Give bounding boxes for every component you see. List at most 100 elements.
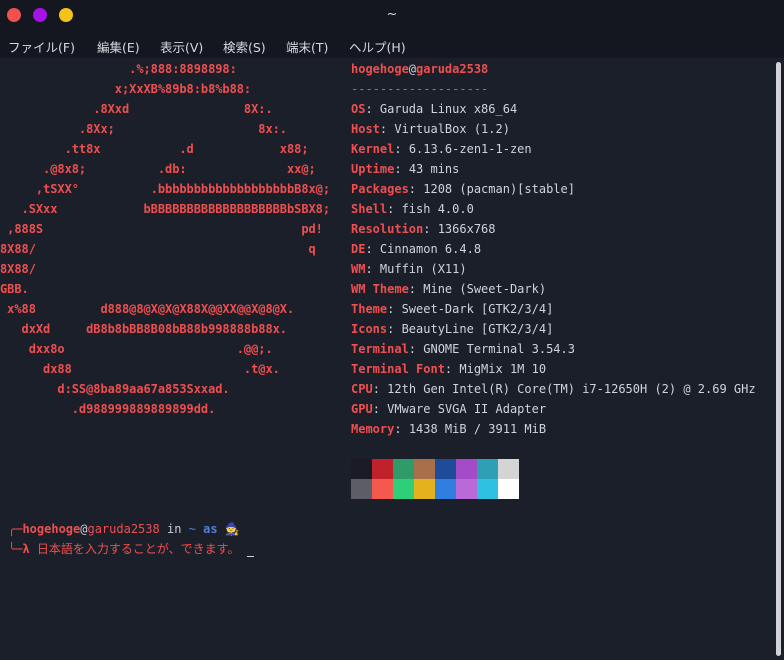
color-swatch	[351, 479, 372, 499]
prompt-input-line[interactable]: ╰─λ 日本語を入力することが、できます。	[8, 539, 254, 559]
info-row: Shell: fish 4.0.0	[351, 202, 474, 216]
info-key: Terminal	[351, 342, 409, 356]
color-swatch	[351, 459, 372, 479]
info-key: WM	[351, 262, 366, 276]
logo-line: dxXd dB8b8bBB8B08bB88b998888b88x.	[0, 322, 288, 336]
logo-line: .8Xx; 8x:.	[0, 122, 287, 136]
info-value: 1366x768	[437, 222, 496, 236]
prompt-dir: ~	[188, 522, 196, 536]
prompt-info-line: ╭─hogehoge@garuda2538 in ~ as 🧙	[8, 522, 240, 536]
logo-line: dx88 .t@x.	[0, 362, 280, 376]
info-value: Muffin (X11)	[379, 262, 467, 276]
info-key: Uptime	[351, 162, 395, 176]
info-key: Kernel	[351, 142, 395, 156]
scrollbar-thumb[interactable]	[776, 62, 781, 656]
info-value: VMware SVGA II Adapter	[387, 402, 547, 416]
logo-line: .8Xxd 8X:.	[0, 102, 273, 116]
info-separator: -------------------	[351, 82, 489, 96]
prompt-user: hogehoge	[22, 522, 81, 536]
logo-line: .SXxx bBBBBBBBBBBBBBBBBBBBbSBX8;	[0, 202, 331, 216]
info-row: Icons: BeautyLine [GTK2/3/4]	[351, 322, 554, 336]
color-swatch	[477, 479, 498, 499]
color-swatch	[372, 459, 393, 479]
info-value: Sweet-Dark [GTK2/3/4]	[401, 302, 554, 316]
menu-terminal[interactable]: 端末(T)	[286, 37, 328, 56]
logo-line: GBB.	[0, 282, 29, 296]
color-swatch	[498, 479, 519, 499]
info-row: Terminal Font: MigMix 1M 10	[351, 362, 547, 376]
info-key: Terminal Font	[351, 362, 445, 376]
info-row: WM: Muffin (X11)	[351, 262, 467, 276]
window-title: ~	[386, 7, 398, 22]
menu-edit[interactable]: 編集(E)	[97, 37, 140, 56]
logo-line: .d988999889889899dd.	[0, 402, 216, 416]
info-value: Mine (Sweet-Dark)	[423, 282, 547, 296]
info-value: BeautyLine [GTK2/3/4]	[401, 322, 554, 336]
info-row: GPU: VMware SVGA II Adapter	[351, 402, 547, 416]
prompt-in: in	[166, 522, 182, 536]
info-value: 1208 (pacman)[stable]	[423, 182, 575, 196]
color-swatch	[435, 479, 456, 499]
info-key: DE	[351, 242, 366, 256]
menu-search[interactable]: 検索(S)	[223, 37, 266, 56]
info-row: Kernel: 6.13.6-zen1-1-zen	[351, 142, 532, 156]
logo-line: ,tSXX° .bbbbbbbbbbbbbbbbbbbB8x@;	[0, 182, 331, 196]
info-value: 12th Gen Intel(R) Core(TM) i7-12650H (2)…	[387, 382, 756, 396]
window-titlebar: ~	[0, 0, 784, 32]
logo-line: 8X88/	[0, 262, 36, 276]
user-host-line: hogehoge@garuda2538	[351, 62, 489, 76]
info-key: Host	[351, 122, 380, 136]
prompt-symbol: λ	[22, 542, 30, 556]
wizard-icon: 🧙	[224, 522, 240, 536]
info-row: Packages: 1208 (pacman)[stable]	[351, 182, 575, 196]
logo-line: d:SS@8ba89aa67a853Sxxad.	[0, 382, 230, 396]
color-swatch	[456, 459, 477, 479]
prompt-input-text[interactable]: 日本語を入力することが、できます。	[37, 542, 240, 556]
menu-help[interactable]: ヘルプ(H)	[349, 37, 406, 56]
logo-line: x;XxXB%89b8:b8%b88:	[0, 82, 252, 96]
menu-file[interactable]: ファイル(F)	[8, 37, 75, 56]
info-key: CPU	[351, 382, 373, 396]
logo-line: 8X88/ q	[0, 242, 316, 256]
color-swatch	[414, 459, 435, 479]
info-value: 6.13.6-zen1-1-zen	[408, 142, 532, 156]
logo-line: .@8x8; .db: xx@;	[0, 162, 316, 176]
logo-line: x%88 d888@8@X@X@X88X@@XX@@X@8@X.	[0, 302, 295, 316]
info-value: 43 mins	[408, 162, 460, 176]
info-row: CPU: 12th Gen Intel(R) Core(TM) i7-12650…	[351, 382, 756, 396]
info-key: Shell	[351, 202, 388, 216]
terminal-output[interactable]: .%;888:8898898: x;XxXB%89b8:b8%b88: .8Xx…	[0, 58, 774, 660]
info-value: 1438 MiB / 3911 MiB	[408, 422, 547, 436]
color-swatch	[414, 479, 435, 499]
color-swatch	[456, 479, 477, 499]
info-user: hogehoge	[351, 62, 409, 76]
info-row: OS: Garuda Linux x86_64	[351, 102, 518, 116]
info-row: Theme: Sweet-Dark [GTK2/3/4]	[351, 302, 554, 316]
info-key: Packages	[351, 182, 409, 196]
info-row: Uptime: 43 mins	[351, 162, 460, 176]
info-value: Cinnamon 6.4.8	[379, 242, 482, 256]
prompt-host: garuda2538	[87, 522, 160, 536]
info-key: OS	[351, 102, 366, 116]
color-swatch	[435, 459, 456, 479]
logo-line: .%;888:8898898:	[0, 62, 237, 76]
info-value: GNOME Terminal 3.54.3	[423, 342, 575, 356]
info-key: Theme	[351, 302, 388, 316]
info-row: Resolution: 1366x768	[351, 222, 496, 236]
logo-line: .tt8x .d x88;	[0, 142, 309, 156]
color-swatch	[393, 479, 414, 499]
logo-line: dxx8o .@@;.	[0, 342, 273, 356]
info-row: DE: Cinnamon 6.4.8	[351, 242, 482, 256]
info-value: fish 4.0.0	[401, 202, 474, 216]
logo-line: ,888S pd!	[0, 222, 323, 236]
info-key: WM Theme	[351, 282, 409, 296]
color-swatch	[393, 459, 414, 479]
menu-view[interactable]: 表示(V)	[160, 37, 203, 56]
info-row: Host: VirtualBox (1.2)	[351, 122, 510, 136]
info-row: WM Theme: Mine (Sweet-Dark)	[351, 282, 547, 296]
info-key: GPU	[351, 402, 373, 416]
info-value: VirtualBox (1.2)	[394, 122, 510, 136]
menu-bar: ファイル(F) 編集(E) 表示(V) 検索(S) 端末(T) ヘルプ(H)	[0, 32, 784, 58]
color-swatch	[498, 459, 519, 479]
info-key: Resolution	[351, 222, 424, 236]
